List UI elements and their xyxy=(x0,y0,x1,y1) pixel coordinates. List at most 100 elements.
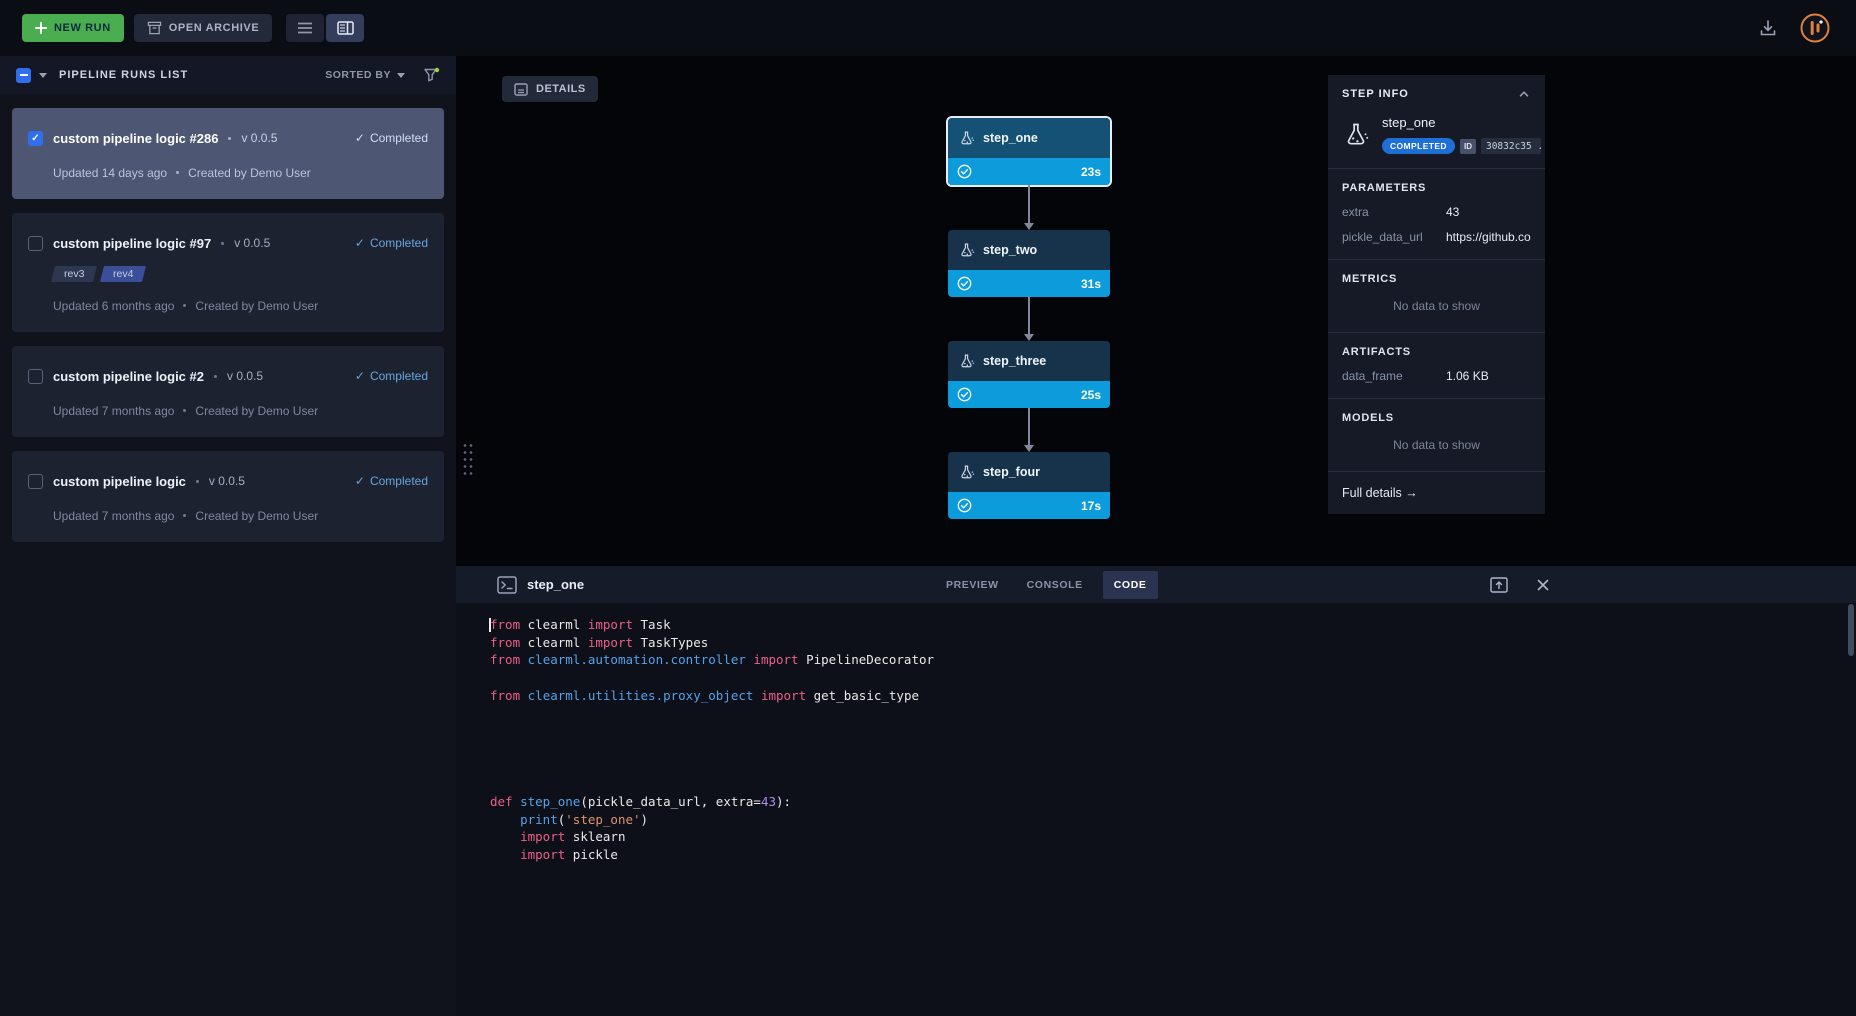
table-view-toggle[interactable] xyxy=(286,14,324,42)
step-info-panel: STEP INFO step_one COMPLETED ID 30832c35… xyxy=(1328,75,1545,514)
tab-preview[interactable]: PREVIEW xyxy=(938,571,1007,599)
run-card-top-row: custom pipeline logic #2 v 0.0.5 Complet… xyxy=(28,365,428,387)
code-scrollbar-thumb[interactable] xyxy=(1848,604,1854,656)
step-summary: step_one COMPLETED ID 30832c35 ... xyxy=(1328,111,1545,169)
topbar-right-actions xyxy=(1758,13,1834,43)
filter-icon[interactable] xyxy=(423,67,440,83)
flask-icon xyxy=(1342,121,1370,149)
code-line xyxy=(490,669,1856,687)
step-duration: 17s xyxy=(1081,499,1101,513)
run-card-top-row: custom pipeline logic v 0.0.5 Completed xyxy=(28,470,428,492)
step-node-footer: 25s xyxy=(948,381,1110,408)
code-line: from clearml.automation.controller impor… xyxy=(490,651,1856,669)
run-card[interactable]: custom pipeline logic #97 v 0.0.5 Comple… xyxy=(12,213,444,332)
info-row: pickle_data_urlhttps://github.co... xyxy=(1342,230,1531,244)
run-card-top-row: custom pipeline logic #286 v 0.0.5 Compl… xyxy=(28,127,428,149)
full-details-link[interactable]: Full details → xyxy=(1328,472,1545,514)
edge-arrow xyxy=(1028,297,1030,334)
info-row: extra43 xyxy=(1342,205,1531,219)
run-status: Completed xyxy=(370,369,428,383)
section-body: No data to show xyxy=(1342,285,1531,317)
expand-panel-icon[interactable] xyxy=(1490,577,1508,593)
pipeline-step-node[interactable]: step_four 17s xyxy=(948,452,1110,519)
chevron-up-icon[interactable] xyxy=(1517,87,1531,101)
run-name: custom pipeline logic #2 xyxy=(53,369,204,384)
panel-resize-grip[interactable] xyxy=(461,440,474,477)
run-name: custom pipeline logic #97 xyxy=(53,236,211,251)
run-status: Completed xyxy=(370,236,428,250)
pipeline-step-node[interactable]: step_two 31s xyxy=(948,230,1110,297)
step-node-header: step_four xyxy=(948,452,1110,492)
tab-code[interactable]: CODE xyxy=(1103,571,1158,599)
run-checkbox[interactable] xyxy=(28,236,43,251)
select-all-checkbox[interactable] xyxy=(16,68,31,83)
new-run-button[interactable]: NEW RUN xyxy=(22,14,124,42)
run-card[interactable]: custom pipeline logic #286 v 0.0.5 Compl… xyxy=(12,108,444,199)
run-card-top-row: custom pipeline logic #97 v 0.0.5 Comple… xyxy=(28,232,428,254)
info-section: METRICS No data to show xyxy=(1328,260,1545,333)
step-info-header: STEP INFO xyxy=(1328,75,1545,111)
split-view-toggle[interactable] xyxy=(326,14,364,42)
download-icon[interactable] xyxy=(1758,18,1778,38)
run-version: v 0.0.5 xyxy=(234,236,270,250)
details-button[interactable]: DETAILS xyxy=(502,76,598,102)
code-line: import sklearn xyxy=(490,828,1856,846)
info-key: pickle_data_url xyxy=(1342,230,1446,244)
code-line: import pickle xyxy=(490,846,1856,864)
close-icon[interactable] xyxy=(1536,578,1550,592)
code-line xyxy=(490,758,1856,776)
step-name: step_one xyxy=(983,131,1038,145)
flask-icon xyxy=(958,242,975,259)
separator-dot xyxy=(228,137,231,140)
open-archive-button[interactable]: OPEN ARCHIVE xyxy=(134,14,273,42)
select-all-caret-icon[interactable] xyxy=(39,73,47,78)
open-archive-label: OPEN ARCHIVE xyxy=(169,22,260,34)
completed-check-icon xyxy=(957,387,972,402)
step-node-header: step_three xyxy=(948,341,1110,381)
run-checkbox[interactable] xyxy=(28,474,43,489)
section-body: data_frame1.06 KB xyxy=(1342,369,1531,383)
pipeline-step-node[interactable]: step_three 25s xyxy=(948,341,1110,408)
run-card[interactable]: custom pipeline logic #2 v 0.0.5 Complet… xyxy=(12,346,444,437)
code-line xyxy=(490,722,1856,740)
run-status-badge: Completed xyxy=(355,131,428,145)
code-line: from clearml import Task xyxy=(490,616,1856,634)
separator-dot xyxy=(183,514,186,517)
step-name: step_three xyxy=(983,354,1046,368)
run-updated: Updated 14 days ago xyxy=(53,166,167,180)
tab-console[interactable]: CONSOLE xyxy=(1019,571,1091,599)
separator-dot xyxy=(183,409,186,412)
pipeline-runs-sidebar: PIPELINE RUNS LIST SORTED BY custom pipe… xyxy=(0,56,456,1016)
run-card[interactable]: custom pipeline logic v 0.0.5 Completed … xyxy=(12,451,444,542)
step-code-panel: step_one PREVIEWCONSOLECODE from clearml… xyxy=(456,566,1856,1016)
run-checkbox[interactable] xyxy=(28,131,43,146)
step-duration: 31s xyxy=(1081,277,1101,291)
clearml-logo-avatar[interactable] xyxy=(1800,13,1830,43)
info-section: MODELS No data to show xyxy=(1328,399,1545,472)
sorted-by-dropdown[interactable]: SORTED BY xyxy=(325,69,405,81)
info-section: PARAMETERS extra43pickle_data_urlhttps:/… xyxy=(1328,169,1545,260)
run-status-badge: Completed xyxy=(355,236,428,250)
separator-dot xyxy=(196,480,199,483)
id-badge-label: ID xyxy=(1460,139,1476,154)
info-value: 43 xyxy=(1446,205,1459,219)
run-meta: Updated 14 days ago Created by Demo User xyxy=(28,165,428,180)
run-meta: Updated 7 months ago Created by Demo Use… xyxy=(28,508,428,523)
chevron-down-icon xyxy=(397,73,405,78)
status-badge: COMPLETED xyxy=(1382,138,1455,154)
run-version: v 0.0.5 xyxy=(209,474,245,488)
code-tabs: PREVIEW CONSOLE CODE xyxy=(938,566,1158,603)
code-line: print('step_one') xyxy=(490,811,1856,829)
run-checkbox[interactable] xyxy=(28,369,43,384)
id-badge-value[interactable]: 30832c35 ... xyxy=(1481,138,1541,154)
pipeline-step-node[interactable]: step_one 23s xyxy=(948,118,1110,185)
step-duration: 25s xyxy=(1081,388,1101,402)
archive-icon xyxy=(147,21,162,35)
code-line xyxy=(490,740,1856,758)
edge-arrow xyxy=(1028,408,1030,445)
new-run-label: NEW RUN xyxy=(54,22,111,34)
flask-icon xyxy=(958,353,975,370)
step-name: step_four xyxy=(983,465,1040,479)
section-body: No data to show xyxy=(1342,424,1531,456)
runs-list-header: PIPELINE RUNS LIST SORTED BY xyxy=(0,56,456,94)
